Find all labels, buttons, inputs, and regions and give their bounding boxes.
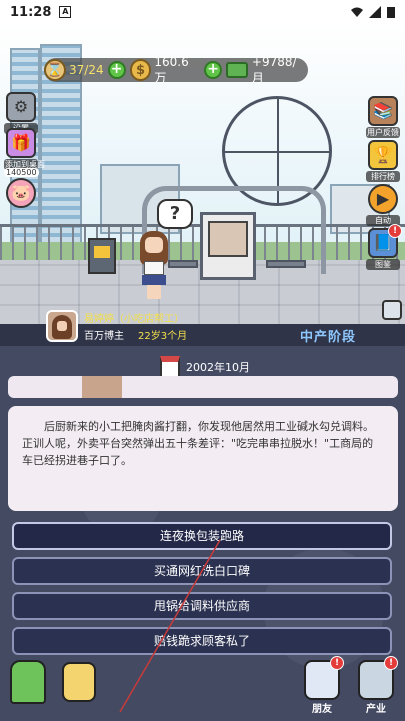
collection-button[interactable]: 📘 ! 图鉴 [366, 224, 402, 270]
choice-button-4[interactable]: 赔钱跪求顾客私了 [12, 627, 392, 655]
story-panel: 2002年10月 后厨新来的小工把腌肉酱打翻，你发现他居然用工业碱水勾兑调料。正… [0, 346, 405, 721]
choice-button-1[interactable]: 连夜换包装跑路 [12, 522, 392, 550]
time-resource: ⌛ 37/24 + [44, 58, 130, 82]
story-date: 2002年10月 [186, 361, 250, 374]
signal-icon [369, 6, 381, 18]
boost-button[interactable] [10, 660, 46, 704]
small-corner-icon[interactable] [382, 300, 402, 320]
friends-label: 朋友 [312, 704, 332, 715]
friends-badge: ! [330, 656, 344, 670]
battery-icon [387, 7, 395, 18]
billboard-picture [208, 221, 248, 257]
date-row: 2002年10月 [160, 356, 250, 378]
wifi-icon [351, 7, 363, 17]
auto-button[interactable]: ▶ 自动 [366, 184, 400, 226]
character-skirt [142, 275, 166, 285]
feedback-label: 用户反馈 [366, 127, 400, 138]
industry-badge: ! [384, 656, 398, 670]
collection-badge: ! [388, 224, 402, 238]
app-notification-icon: A [59, 6, 72, 18]
story-card: 后厨新来的小工把腌肉酱打翻，你发现他居然用工业碱水勾兑调料。正训人呢，外卖平台突… [8, 406, 398, 511]
player-avatar[interactable] [46, 310, 78, 342]
piggy-bank-button[interactable]: 🐷 [4, 178, 38, 208]
character-top [144, 261, 164, 275]
cash-stack-icon [226, 62, 248, 78]
trash-bin [88, 238, 116, 274]
ranking-label: 排行榜 [366, 171, 400, 182]
choice-button-2[interactable]: 买通网红洗白口碑 [12, 557, 392, 585]
bench-right [266, 260, 306, 268]
status-time: 11:28 [10, 4, 52, 20]
hourglass-icon: ⌛ [44, 59, 66, 81]
player-name: 易婷婷（小吃店帮工） [84, 314, 184, 325]
piggy-bank-amount: 140500 [4, 168, 39, 177]
books-icon: 📚 [368, 96, 398, 126]
income-value: +9788/月 [251, 54, 297, 85]
piggy-bank-icon: 🐷 [6, 178, 36, 208]
player-character[interactable] [136, 231, 172, 301]
gear-icon: ⚙ [6, 92, 36, 122]
feedback-button[interactable]: 📚 用户反馈 [366, 96, 400, 138]
profile-strip: 易婷婷（小吃店帮工） 百万博主 22岁3个月 中产阶段 [0, 310, 405, 346]
add-time-button[interactable]: + [107, 61, 126, 79]
trophy-icon: 🏆 [368, 140, 398, 170]
coins-value: 160.6万 [154, 54, 189, 85]
status-bar: 11:28 A [0, 0, 405, 24]
ranking-button[interactable]: 🏆 排行榜 [366, 140, 400, 182]
coins-resource: $ 160.6万 + [129, 55, 227, 85]
building-icon: ! [358, 656, 398, 700]
friends-button[interactable]: ! 朋友 [304, 656, 344, 715]
previous-event-card [8, 376, 398, 398]
phone-icon: ! [304, 656, 344, 700]
income-resource: +9788/月 [226, 55, 308, 85]
life-stage: 中产阶段 [300, 330, 357, 345]
player-age: 22岁3个月 [138, 331, 188, 342]
industry-label: 产业 [366, 704, 386, 715]
add-coins-button[interactable]: + [204, 61, 223, 79]
character-legs [147, 285, 161, 299]
story-text: 后厨新来的小工把腌肉酱打翻，你发现他居然用工业碱水勾兑调料。正训人呢，外卖平台突… [22, 420, 374, 467]
collection-label: 图鉴 [366, 259, 400, 270]
album-button[interactable] [62, 662, 96, 702]
add-to-desktop-button[interactable]: 🎁 添加到桌面 [4, 128, 45, 170]
rocket-icon [10, 660, 46, 704]
resource-bar: ⌛ 37/24 + $ 160.6万 + +9788/月 [44, 55, 308, 85]
bench-left [168, 260, 198, 268]
speech-bubble[interactable]: ? [157, 199, 193, 229]
money-bag-icon: $ [129, 59, 152, 81]
player-title: 百万博主 [84, 331, 124, 342]
system-icons [351, 6, 395, 18]
photo-icon [62, 662, 96, 702]
time-value: 37/24 [69, 63, 104, 77]
gift-icon: 🎁 [6, 128, 36, 158]
character-face [145, 237, 163, 253]
bus-stop-billboard [200, 212, 256, 280]
previous-event-thumbnail [82, 376, 122, 398]
calendar-icon [160, 356, 180, 378]
industry-button[interactable]: ! 产业 [358, 656, 398, 715]
choice-button-3[interactable]: 甩锅给调料供应商 [12, 592, 392, 620]
play-icon: ▶ [368, 184, 398, 214]
